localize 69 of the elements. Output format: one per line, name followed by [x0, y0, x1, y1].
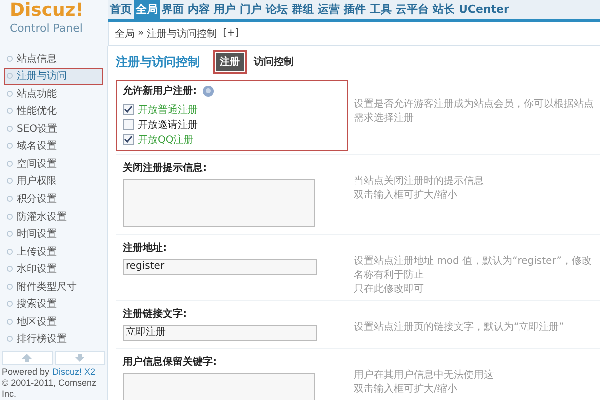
- nav-tab[interactable]: 站长: [431, 0, 457, 19]
- setting-description: 双击输入框可扩大/缩小: [354, 189, 458, 203]
- sidebar-item[interactable]: 性能优化: [4, 102, 103, 120]
- sidebar-item[interactable]: 积分设置: [4, 190, 103, 208]
- setting-description: 设置站点注册地址 mod 值，默认为“register”，修改名称有利于防止: [354, 255, 593, 283]
- breadcrumb-separator: »: [138, 28, 144, 39]
- sidebar-item[interactable]: SEO设置: [4, 120, 103, 138]
- sidebar-item[interactable]: 时间设置: [4, 225, 103, 243]
- setting-label: 用户信息保留关键字:: [123, 355, 217, 369]
- nav-tab[interactable]: 用户: [212, 0, 238, 19]
- checkbox[interactable]: [123, 134, 134, 145]
- sidebar-item[interactable]: 用户权限: [4, 172, 103, 190]
- setting-label: 注册链接文字:: [123, 307, 187, 321]
- sidebar-item[interactable]: 域名设置: [4, 138, 103, 156]
- sidebar-item[interactable]: 排行榜设置: [4, 330, 103, 348]
- nav-tab[interactable]: 论坛: [264, 0, 290, 19]
- sidebar-item[interactable]: 站点功能: [4, 85, 103, 103]
- help-icon[interactable]: [203, 86, 214, 96]
- product-link[interactable]: Discuz! X2: [52, 367, 96, 378]
- sidebar-item[interactable]: 站点信息: [4, 50, 103, 68]
- setting-description: 当站点关闭注册时的提示信息: [354, 175, 485, 189]
- setting-description: 只在此修改即可: [354, 283, 425, 297]
- nav-tab[interactable]: 工具: [368, 0, 394, 19]
- page-title: 注册与访问控制: [116, 54, 200, 70]
- nav-tab[interactable]: 云平台: [394, 0, 431, 19]
- section-tab[interactable]: 访问控制: [250, 53, 298, 71]
- input-field[interactable]: register: [123, 259, 317, 275]
- expand-toggle[interactable]: [+]: [223, 28, 240, 39]
- checkbox[interactable]: [123, 104, 134, 115]
- setting-label: 注册地址:: [123, 241, 167, 255]
- scroll-up-button[interactable]: [2, 351, 52, 366]
- sidebar-item[interactable]: 地区设置: [4, 312, 103, 330]
- section-tab[interactable]: 注册: [216, 53, 244, 71]
- setting-label: 允许新用户注册:: [123, 84, 197, 98]
- sidebar-item[interactable]: 水印设置: [4, 260, 103, 278]
- nav-tab[interactable]: 运营: [316, 0, 342, 19]
- nav-tab[interactable]: 界面: [160, 0, 186, 19]
- scroll-down-button[interactable]: [54, 351, 105, 366]
- setting-description: 双击输入框可扩大/缩小: [354, 383, 458, 397]
- nav-tab[interactable]: 群组: [290, 0, 316, 19]
- nav-tab[interactable]: 内容: [186, 0, 212, 19]
- input-field[interactable]: 立即注册: [123, 325, 317, 341]
- sidebar-item[interactable]: 上传设置: [4, 242, 103, 260]
- setting-description: 设置是否允许游客注册成为站点会员，你可以根据站点需求选择注册: [354, 98, 595, 126]
- logo: Discuz! Control Panel: [0, 0, 108, 46]
- down-arrow-icon: [74, 354, 85, 362]
- checkbox-label: 开放QQ注册: [138, 134, 194, 146]
- setting-description: 用户在其用户信息中无法使用这: [354, 369, 495, 383]
- sidebar-item[interactable]: 防灌水设置: [4, 208, 103, 226]
- checkbox[interactable]: [123, 119, 134, 130]
- sidebar-item[interactable]: 搜索设置: [4, 295, 103, 313]
- checkbox-label: 开放普通注册: [138, 104, 198, 116]
- powered-by-text: Powered by: [2, 367, 50, 378]
- text-area[interactable]: [123, 179, 315, 227]
- nav-tab[interactable]: 门户: [238, 0, 264, 19]
- checkbox-label: 开放邀请注册: [138, 118, 198, 132]
- setting-label: 关闭注册提示信息:: [123, 161, 207, 175]
- nav-tab[interactable]: 插件: [342, 0, 368, 19]
- nav-tab[interactable]: 全局: [134, 0, 160, 19]
- nav-tab[interactable]: 首页: [108, 0, 134, 19]
- up-arrow-icon: [22, 354, 32, 362]
- sidebar-item[interactable]: 空间设置: [4, 155, 103, 173]
- copyright-text: © 2001-2011, Comsenz Inc.: [1, 378, 98, 400]
- sidebar-item[interactable]: 注册与访问: [4, 68, 103, 86]
- nav-tab[interactable]: UCenter: [457, 0, 512, 19]
- breadcrumb-current: 注册与访问控制: [147, 28, 218, 40]
- setting-description: 设置站点注册页的链接文字，默认为“立即注册”: [354, 321, 566, 335]
- sidebar-item[interactable]: 附件类型尺寸: [4, 278, 103, 296]
- breadcrumb-link[interactable]: 全局: [115, 26, 135, 40]
